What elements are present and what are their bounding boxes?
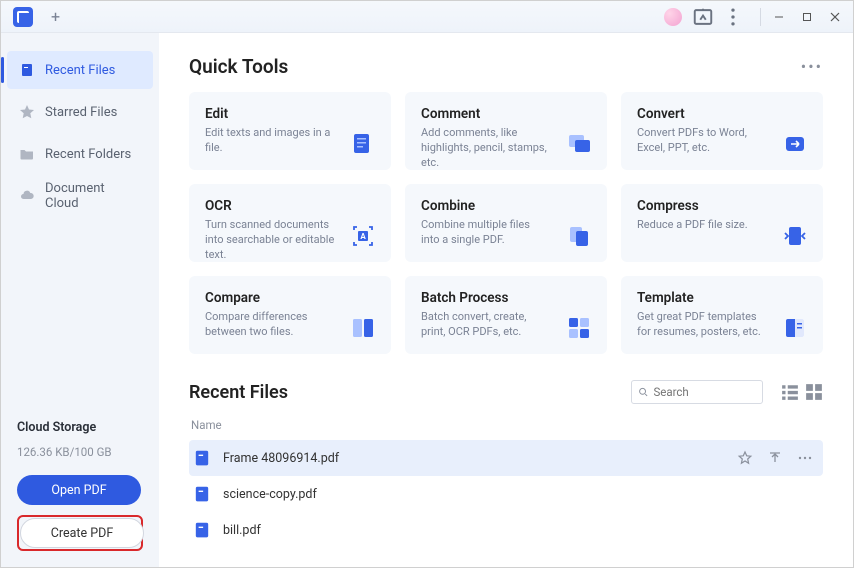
- file-row[interactable]: science-copy.pdf: [189, 476, 823, 512]
- tool-card-ocr[interactable]: OCR Turn scanned documents into searchab…: [189, 184, 391, 262]
- batch-icon: [565, 314, 593, 342]
- sidebar-item-label: Starred Files: [45, 105, 117, 120]
- close-button[interactable]: [821, 3, 849, 31]
- tool-card-batch-process[interactable]: Batch Process Batch convert, create, pri…: [405, 276, 607, 354]
- sidebar-item-label: Document Cloud: [45, 181, 141, 211]
- quick-tools-grid: Edit Edit texts and images in a file. Co…: [189, 92, 823, 354]
- tool-title: OCR: [205, 198, 375, 214]
- file-name: science-copy.pdf: [223, 487, 819, 502]
- tool-desc: Batch convert, create, print, OCR PDFs, …: [421, 310, 551, 340]
- tool-title: Compare: [205, 290, 375, 306]
- file-icon: [19, 62, 35, 78]
- folder-icon: [19, 146, 35, 162]
- svg-text:A: A: [360, 232, 366, 241]
- tool-desc: Edit texts and images in a file.: [205, 126, 335, 156]
- tool-desc: Turn scanned documents into searchable o…: [205, 218, 335, 263]
- list-view-icon[interactable]: [781, 383, 799, 401]
- ocr-icon: A: [349, 222, 377, 250]
- tool-desc: Convert PDFs to Word, Excel, PPT, etc.: [637, 126, 767, 156]
- sidebar-item-recent-files[interactable]: Recent Files: [7, 51, 153, 89]
- tool-desc: Compare differences between two files.: [205, 310, 335, 340]
- pdf-file-icon: [193, 485, 211, 503]
- tool-title: Batch Process: [421, 290, 591, 306]
- cloud-storage-usage: 126.36 KB/100 GB: [17, 445, 143, 459]
- tool-title: Comment: [421, 106, 591, 122]
- sidebar-item-recent-folders[interactable]: Recent Folders: [7, 135, 153, 173]
- main-content: Quick Tools ••• Edit Edit texts and imag…: [159, 33, 853, 567]
- compress-icon: [781, 222, 809, 250]
- tool-card-template[interactable]: Template Get great PDF templates for res…: [621, 276, 823, 354]
- open-pdf-button[interactable]: Open PDF: [17, 475, 141, 505]
- quick-tools-title: Quick Tools: [189, 55, 288, 78]
- quick-tools-more-icon[interactable]: •••: [801, 57, 823, 76]
- upload-icon[interactable]: [767, 450, 783, 466]
- tool-card-comment[interactable]: Comment Add comments, like highlights, p…: [405, 92, 607, 170]
- tool-title: Template: [637, 290, 807, 306]
- tool-desc: Combine multiple files into a single PDF…: [421, 218, 551, 248]
- file-row[interactable]: bill.pdf: [189, 512, 823, 548]
- file-name: bill.pdf: [223, 523, 819, 538]
- edit-icon: [349, 130, 377, 158]
- combine-icon: [565, 222, 593, 250]
- tool-desc: Get great PDF templates for resumes, pos…: [637, 310, 767, 340]
- tool-title: Combine: [421, 198, 591, 214]
- tool-desc: Add comments, like highlights, pencil, s…: [421, 126, 551, 171]
- share-icon[interactable]: [692, 6, 714, 28]
- tool-card-combine[interactable]: Combine Combine multiple files into a si…: [405, 184, 607, 262]
- grid-view-icon[interactable]: [805, 383, 823, 401]
- file-row[interactable]: Frame 48096914.pdf: [189, 440, 823, 476]
- more-icon[interactable]: [797, 450, 813, 466]
- sidebar-item-label: Recent Files: [45, 63, 115, 78]
- file-name: Frame 48096914.pdf: [223, 451, 737, 466]
- titlebar: +: [1, 1, 853, 33]
- search-icon: [638, 386, 648, 398]
- pdf-file-icon: [193, 449, 211, 467]
- recent-files-title: Recent Files: [189, 382, 288, 403]
- sidebar-item-document-cloud[interactable]: Document Cloud: [7, 177, 153, 215]
- menu-icon[interactable]: [722, 6, 744, 28]
- star-icon[interactable]: [737, 450, 753, 466]
- template-icon: [781, 314, 809, 342]
- star-icon: [19, 104, 35, 120]
- pdf-file-icon: [193, 521, 211, 539]
- compare-icon: [349, 314, 377, 342]
- tool-desc: Reduce a PDF file size.: [637, 218, 767, 233]
- sidebar: Recent Files Starred Files Recent Folder…: [1, 33, 159, 567]
- tool-card-compress[interactable]: Compress Reduce a PDF file size.: [621, 184, 823, 262]
- create-pdf-button[interactable]: Create PDF: [20, 518, 144, 548]
- user-avatar[interactable]: [662, 6, 684, 28]
- tool-title: Compress: [637, 198, 807, 214]
- tool-card-convert[interactable]: Convert Convert PDFs to Word, Excel, PPT…: [621, 92, 823, 170]
- convert-icon: [781, 130, 809, 158]
- tool-card-edit[interactable]: Edit Edit texts and images in a file.: [189, 92, 391, 170]
- sidebar-item-label: Recent Folders: [45, 147, 131, 162]
- sidebar-item-starred-files[interactable]: Starred Files: [7, 93, 153, 131]
- maximize-button[interactable]: [793, 3, 821, 31]
- app-logo: [13, 7, 33, 27]
- column-header-name: Name: [189, 414, 823, 440]
- tool-card-compare[interactable]: Compare Compare differences between two …: [189, 276, 391, 354]
- search-box[interactable]: [631, 380, 763, 404]
- cloud-storage-title: Cloud Storage: [17, 420, 143, 435]
- new-tab-button[interactable]: +: [51, 7, 60, 26]
- create-pdf-highlight: Create PDF: [17, 515, 143, 551]
- tool-title: Edit: [205, 106, 375, 122]
- search-input[interactable]: [653, 385, 756, 399]
- cloud-icon: [19, 188, 35, 204]
- minimize-button[interactable]: [765, 3, 793, 31]
- tool-title: Convert: [637, 106, 807, 122]
- comment-icon: [565, 130, 593, 158]
